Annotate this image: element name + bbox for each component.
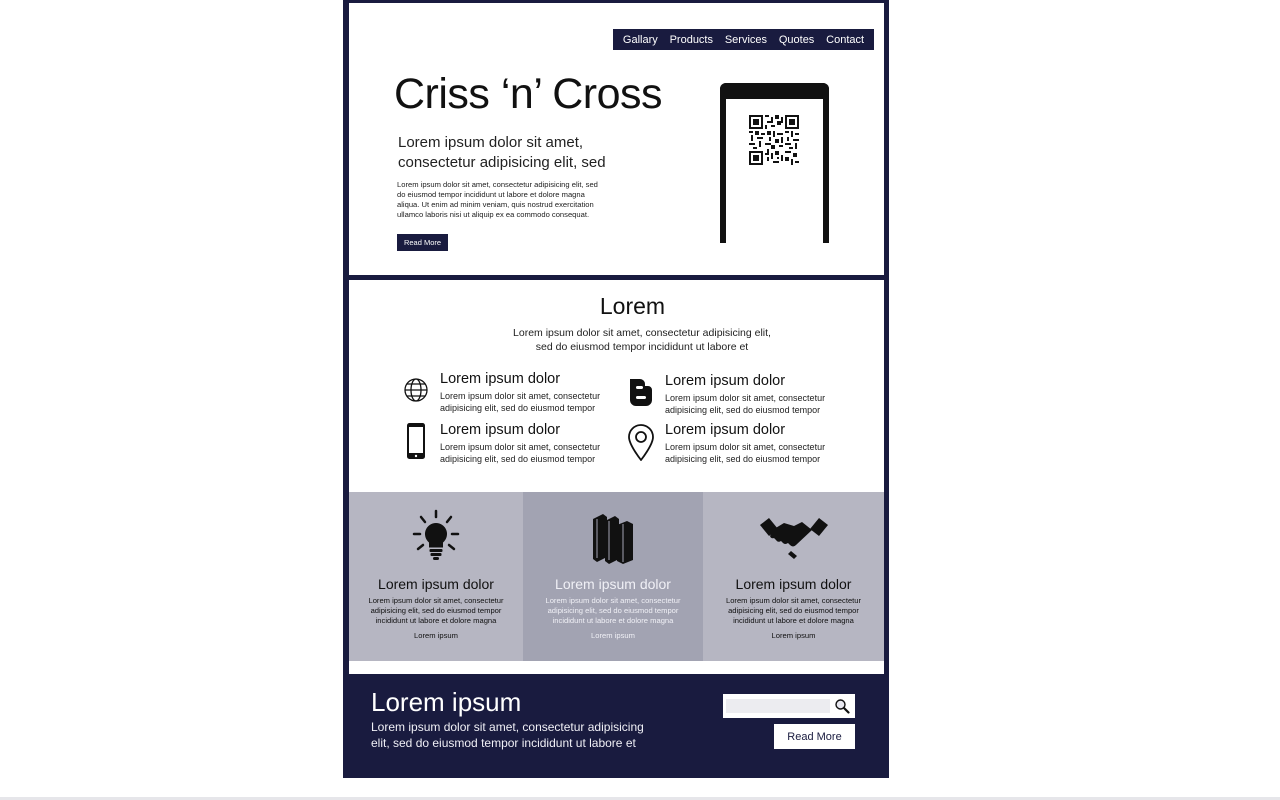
- nav-item-services[interactable]: Services: [725, 34, 767, 46]
- service-card-text: Lorem ipsum dolor sit amet, consectetur …: [545, 596, 681, 625]
- service-card-text: Lorem ipsum dolor sit amet, consectetur …: [368, 596, 504, 625]
- mobile-phone-icon: [407, 423, 425, 459]
- service-card-link[interactable]: Lorem ipsum: [523, 631, 703, 641]
- qr-code-icon: [749, 115, 799, 165]
- feature-text: Lorem ipsum dolor sit amet, consectetur …: [665, 442, 826, 464]
- nav-item-gallary[interactable]: Gallary: [623, 34, 658, 46]
- footer-text: Lorem ipsum dolor sit amet, consectetur …: [371, 720, 644, 750]
- hero-read-more-button[interactable]: Read More: [397, 234, 448, 251]
- site-title: Criss ‘n’ Cross: [394, 70, 663, 118]
- service-card-title: Lorem ipsum dolor: [735, 576, 852, 592]
- handshake-icon: [759, 518, 828, 559]
- service-card-link[interactable]: Lorem ipsum: [703, 631, 884, 641]
- lightbulb-icon: [412, 509, 460, 560]
- location-pin-icon: [628, 424, 654, 461]
- blogger-icon: [630, 379, 652, 406]
- feature-text: Lorem ipsum dolor sit amet, consectetur …: [440, 442, 601, 464]
- feature-title: Lorem ipsum dolor: [665, 422, 786, 438]
- service-card[interactable]: Lorem ipsum dolor Lorem ipsum dolor sit …: [703, 492, 884, 661]
- service-card[interactable]: Lorem ipsum dolor Lorem ipsum dolor sit …: [523, 492, 703, 661]
- search-input[interactable]: [726, 699, 830, 713]
- section-divider: [349, 661, 884, 674]
- hero-body-text: Lorem ipsum dolor sit amet, consectetur …: [397, 180, 598, 219]
- feature-title: Lorem ipsum dolor: [665, 373, 786, 389]
- service-card-title: Lorem ipsum dolor: [378, 576, 494, 592]
- hero-subtitle: Lorem ipsum dolor sit amet, consectetur …: [398, 134, 606, 171]
- features-title: Lorem: [599, 293, 666, 319]
- service-card-text: Lorem ipsum dolor sit amet, consectetur …: [725, 596, 862, 625]
- footer-read-more-button[interactable]: Read More: [774, 724, 855, 749]
- feature-title: Lorem ipsum dolor: [440, 422, 561, 438]
- service-card-title: Lorem ipsum dolor: [555, 576, 671, 592]
- service-cards: Lorem ipsum dolor Lorem ipsum dolor sit …: [349, 492, 884, 661]
- nav-item-contact[interactable]: Contact: [826, 34, 864, 46]
- main-nav: Gallary Products Services Quotes Contact: [613, 29, 874, 50]
- feature-title: Lorem ipsum dolor: [440, 371, 561, 387]
- search-box: [723, 694, 855, 718]
- nav-item-products[interactable]: Products: [670, 34, 713, 46]
- service-card-link[interactable]: Lorem ipsum: [349, 631, 523, 641]
- globe-icon: [404, 378, 428, 402]
- footer-title: Lorem ipsum: [371, 687, 522, 717]
- search-icon[interactable]: [834, 698, 850, 714]
- features-description: Lorem ipsum dolor sit amet, consectetur …: [513, 327, 771, 353]
- service-card[interactable]: Lorem ipsum dolor Lorem ipsum dolor sit …: [349, 492, 523, 661]
- feature-text: Lorem ipsum dolor sit amet, consectetur …: [665, 393, 826, 415]
- books-icon: [593, 514, 633, 564]
- nav-item-quotes[interactable]: Quotes: [779, 34, 814, 46]
- feature-text: Lorem ipsum dolor sit amet, consectetur …: [440, 391, 601, 413]
